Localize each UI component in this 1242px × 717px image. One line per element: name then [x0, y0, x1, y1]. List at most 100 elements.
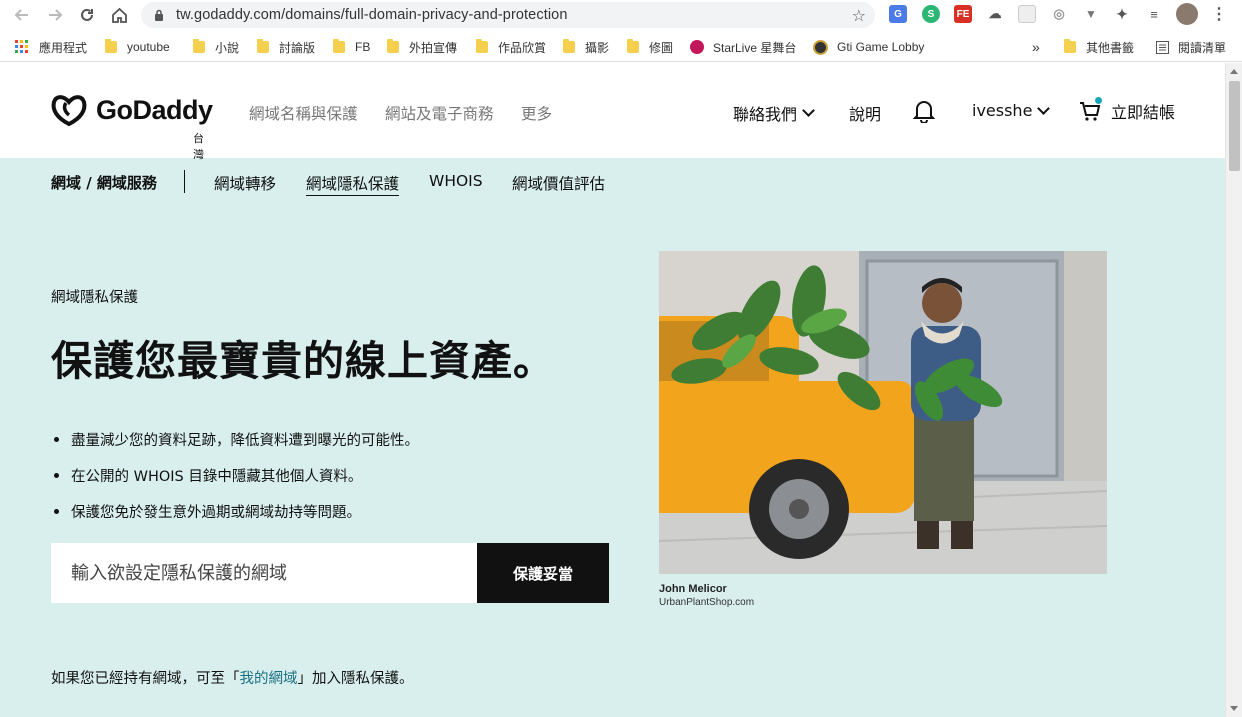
- home-icon: [111, 7, 127, 23]
- page-content: GoDaddy 台灣 網域名稱與保護 網站及電子商務 更多 聯絡我們 說明 iv…: [0, 63, 1225, 717]
- puzzle-extensions-icon[interactable]: ✦: [1113, 5, 1131, 23]
- bookmark-photography[interactable]: 攝影: [563, 39, 609, 55]
- bookmark-label: 討論版: [279, 40, 316, 55]
- benefit-item: 保護您免於發生意外過期或網域劫持等問題。: [51, 501, 419, 537]
- bookmark-label: 修圖: [649, 40, 674, 55]
- bookmark-novel[interactable]: 小說: [193, 39, 239, 55]
- forward-arrow-icon: [49, 9, 63, 21]
- note-text-after: 」加入隱私保護。: [297, 671, 414, 687]
- translate-extension-icon[interactable]: G: [889, 5, 907, 23]
- bookmark-works[interactable]: 作品欣賞: [476, 39, 546, 55]
- reload-button[interactable]: [76, 4, 98, 26]
- account-menu[interactable]: ivesshe: [972, 101, 1051, 120]
- bookmark-starlive[interactable]: StarLive 星舞台: [690, 39, 796, 55]
- bookmark-forum[interactable]: 討論版: [257, 39, 315, 55]
- other-bookmarks[interactable]: 其他書籤: [1064, 39, 1134, 55]
- godaddy-logo[interactable]: GoDaddy 台灣: [50, 93, 213, 161]
- starlive-icon: [690, 40, 704, 54]
- s-extension-icon[interactable]: S: [922, 5, 940, 23]
- sub-navigation: 網域 / 網域服務 網域轉移 網域隱私保護 WHOIS 網域價值評估: [0, 158, 1225, 206]
- site-header: GoDaddy 台灣 網域名稱與保護 網站及電子商務 更多 聯絡我們 說明 iv…: [0, 63, 1225, 161]
- profile-avatar[interactable]: [1176, 3, 1198, 25]
- scroll-up-icon[interactable]: [1230, 69, 1238, 74]
- bookmark-label: FB: [355, 40, 371, 54]
- subnav-divider: [184, 170, 185, 193]
- bookmark-label: 小說: [215, 40, 240, 55]
- folder-icon: [476, 39, 488, 53]
- lock-icon: [155, 9, 163, 21]
- browser-menu-icon[interactable]: ⋮: [1210, 5, 1228, 23]
- forward-button[interactable]: [44, 4, 66, 26]
- page-scrollbar[interactable]: [1225, 63, 1242, 717]
- tab-domain-privacy[interactable]: 網域隱私保護: [306, 172, 400, 196]
- hero-photo: [659, 251, 1107, 574]
- contact-us-label: 聯絡我們: [733, 105, 798, 124]
- benefit-list: 盡量減少您的資料足跡，降低資料遭到曝光的可能性。 在公開的 WHOIS 目錄中隱…: [51, 429, 419, 537]
- cart-badge-dot: [1095, 97, 1102, 104]
- help-link[interactable]: 說明: [849, 101, 881, 125]
- notifications-button[interactable]: [913, 99, 935, 123]
- tab-whois[interactable]: WHOIS: [429, 172, 483, 190]
- folder-icon: [333, 39, 345, 53]
- domain-search-box: [51, 543, 477, 603]
- bookmark-apps[interactable]: 應用程式: [15, 39, 87, 55]
- nav-more[interactable]: 更多: [521, 102, 552, 124]
- cloud-extension-icon[interactable]: ☁: [986, 5, 1004, 23]
- scrollbar-thumb[interactable]: [1229, 81, 1240, 171]
- back-button[interactable]: [11, 4, 33, 26]
- scroll-down-icon[interactable]: [1230, 706, 1238, 711]
- fe-extension-icon[interactable]: FE: [954, 5, 972, 23]
- chevron-down-icon: [802, 104, 815, 117]
- benefit-item: 在公開的 WHOIS 目錄中隱藏其他個人資料。: [51, 465, 419, 501]
- folder-icon: [387, 39, 399, 53]
- bookmark-gti[interactable]: Gti Game Lobby: [813, 39, 924, 55]
- grid-extension-icon[interactable]: [1018, 5, 1036, 23]
- checkout-label: 立即結帳: [1111, 103, 1176, 122]
- hero-headline: 保護您最寶貴的線上資產。: [51, 337, 555, 385]
- bookmark-youtube[interactable]: youtube: [105, 39, 170, 55]
- subnav-title[interactable]: 網域 / 網域服務: [51, 172, 157, 193]
- bookmark-label: Gti Game Lobby: [837, 40, 925, 54]
- bookmark-label: 其他書籤: [1086, 40, 1135, 55]
- photo-caption-name: John Melicor: [659, 583, 727, 595]
- bookmark-label: StarLive 星舞台: [713, 40, 797, 55]
- username: ivesshe: [972, 101, 1033, 120]
- help-label: 說明: [849, 105, 882, 124]
- protect-button[interactable]: 保護妥當: [477, 543, 609, 603]
- v-extension-icon[interactable]: ▼: [1082, 5, 1100, 23]
- bookmark-label: 作品欣賞: [498, 40, 547, 55]
- contact-us-menu[interactable]: 聯絡我們: [733, 101, 815, 125]
- folder-icon: [193, 39, 205, 53]
- note-text-before: 如果您已經持有網域，可至「: [51, 671, 240, 687]
- my-domains-link[interactable]: 我的網域: [240, 671, 298, 687]
- media-control-icon[interactable]: ≡: [1145, 5, 1163, 23]
- gti-icon: [813, 39, 828, 55]
- nav-domains[interactable]: 網域名稱與保護: [249, 102, 358, 124]
- address-bar[interactable]: tw.godaddy.com/domains/full-domain-priva…: [141, 2, 875, 28]
- reading-list[interactable]: 閱讀清單: [1156, 39, 1226, 55]
- bookmark-star-icon[interactable]: ☆: [852, 6, 866, 25]
- benefit-item: 盡量減少您的資料足跡，降低資料遭到曝光的可能性。: [51, 429, 419, 465]
- domain-search-input[interactable]: [71, 562, 461, 584]
- reading-list-icon: [1156, 40, 1169, 54]
- bookmark-retouch[interactable]: 修圖: [627, 39, 673, 55]
- bookmarks-overflow[interactable]: »: [1032, 39, 1040, 55]
- bookmark-promo[interactable]: 外拍宣傳: [387, 39, 457, 55]
- circle-extension-icon[interactable]: ◎: [1050, 5, 1068, 23]
- cart-checkout[interactable]: 立即結帳: [1078, 99, 1175, 123]
- folder-icon: [563, 39, 575, 53]
- back-arrow-icon: [14, 9, 28, 21]
- bookmark-label: 閱讀清單: [1178, 40, 1227, 55]
- nav-websites[interactable]: 網站及電子商務: [385, 102, 494, 124]
- bell-icon: [913, 101, 935, 123]
- godaddy-logo-icon: [51, 95, 87, 127]
- tab-domain-appraisal[interactable]: 網域價值評估: [512, 172, 605, 194]
- bookmark-label: 應用程式: [39, 40, 88, 55]
- tab-domain-transfer[interactable]: 網域轉移: [214, 172, 276, 194]
- reload-icon: [81, 8, 93, 21]
- browser-toolbar: tw.godaddy.com/domains/full-domain-priva…: [0, 0, 1242, 30]
- chevron-down-icon: [1037, 101, 1051, 115]
- home-button[interactable]: [108, 4, 130, 26]
- logo-wordmark: GoDaddy: [96, 94, 213, 125]
- bookmark-fb[interactable]: FB: [333, 39, 370, 55]
